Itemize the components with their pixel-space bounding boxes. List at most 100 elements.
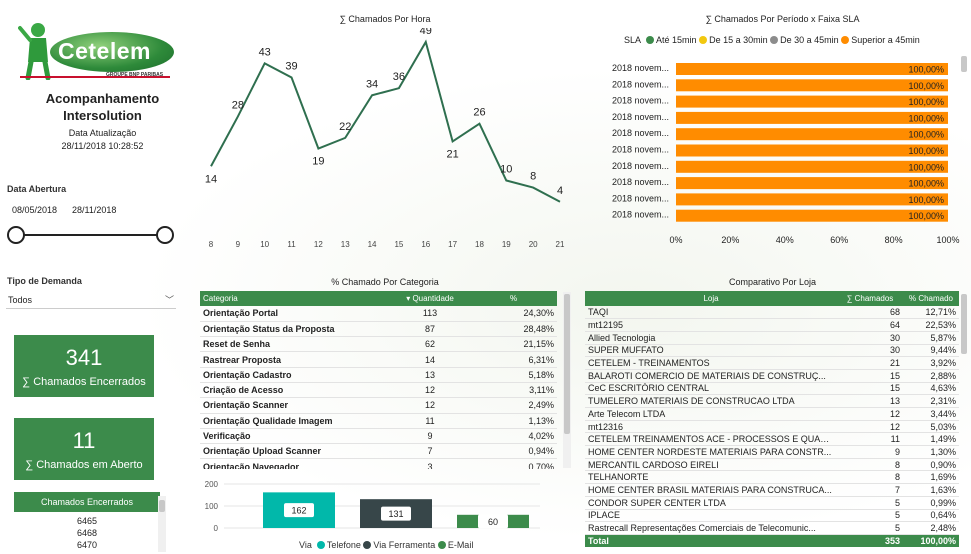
sla-legend-item[interactable]: Até 15min xyxy=(656,35,697,45)
table-row[interactable]: Criação de Acesso 12 3,11% xyxy=(200,382,557,399)
table-row[interactable]: CeC ESCRITÓRIO CENTRAL 15 4,63% xyxy=(585,382,959,396)
column-header-percent[interactable]: % xyxy=(470,291,557,306)
closed-list-scrollbar[interactable] xyxy=(158,496,166,552)
table-row[interactable]: 6468 xyxy=(14,527,160,539)
x-tick-label: 80% xyxy=(885,235,903,245)
data-label: 14 xyxy=(205,173,217,185)
total-tickets: 353 xyxy=(837,534,903,548)
table-row[interactable]: BALAROTI COMERCIO DE MATERIAIS DE CONSTR… xyxy=(585,369,959,383)
y-tick-label: 0 xyxy=(214,524,219,533)
table-row[interactable]: 6470 xyxy=(14,539,160,551)
table-row[interactable]: Orientação Upload Scanner 7 0,94% xyxy=(200,443,557,460)
sla-legend-item[interactable]: De 30 a 45min xyxy=(780,35,839,45)
ticket-percent-cell: 2,88% xyxy=(903,369,959,383)
sla-bar[interactable] xyxy=(676,193,948,206)
column-header-category[interactable]: Categoria xyxy=(200,291,390,306)
column-header-tickets[interactable]: ∑ Chamados xyxy=(837,291,903,306)
store-table-title: Comparativo Por Loja xyxy=(728,277,817,287)
column-header-ticket-percent[interactable]: % Chamado xyxy=(903,291,959,306)
table-row[interactable]: SUPER MUFFATO 30 9,44% xyxy=(585,344,959,358)
date-slider-track[interactable] xyxy=(14,234,166,236)
via-legend-item[interactable]: Telefone xyxy=(327,540,361,550)
table-row[interactable]: Orientação Scanner 12 2,49% xyxy=(200,397,557,414)
category-label: 2018 novem... xyxy=(612,177,669,187)
sla-bar[interactable] xyxy=(676,111,948,124)
sla-bar[interactable] xyxy=(676,144,948,157)
via-bar-chart: 0 100 200 162 131 60 xyxy=(205,480,540,533)
category-table-scrollbar[interactable] xyxy=(563,292,571,468)
sla-bar[interactable] xyxy=(676,95,948,108)
category-cell: Orientação Navegador xyxy=(200,458,390,469)
percent-cell: 2,49% xyxy=(470,397,557,414)
table-row[interactable]: Allied Tecnologia 30 5,87% xyxy=(585,331,959,345)
table-row[interactable]: TAQI 68 12,71% xyxy=(585,306,959,320)
percent-cell: 24,30% xyxy=(470,306,557,322)
table-row[interactable]: Orientação Portal 113 24,30% xyxy=(200,306,557,322)
hourly-series-line[interactable] xyxy=(210,39,561,203)
store-cell: Arte Telecom LTDA xyxy=(585,407,837,421)
sla-bar[interactable] xyxy=(676,177,948,190)
table-row[interactable]: 6465 xyxy=(14,515,160,527)
via-legend-item[interactable]: Via Ferramenta xyxy=(373,540,435,550)
sla-bar[interactable] xyxy=(676,209,948,222)
column-header-quantity[interactable]: ▾ Quantidade xyxy=(390,291,470,306)
category-label: 2018 novem... xyxy=(612,193,669,203)
table-row[interactable]: Orientação Cadastro 13 5,18% xyxy=(200,367,557,383)
percent-cell: 3,11% xyxy=(470,382,557,399)
table-row[interactable]: mt12316 12 5,03% xyxy=(585,420,959,434)
table-row[interactable]: TUMELERO MATERIAIS DE CONSTRUCAO LTDA 13 2… xyxy=(585,394,959,408)
table-row[interactable]: Reset de Senha 62 21,15% xyxy=(200,336,557,353)
table-row[interactable]: Orientação Status da Proposta 87 28,48% xyxy=(200,321,557,338)
table-row[interactable]: Rastrecall Representações Comerciais de … xyxy=(585,521,959,535)
table-row[interactable]: Verificação 9 4,02% xyxy=(200,428,557,445)
store-cell: CONDOR SUPER CENTER LTDA xyxy=(585,496,837,510)
store-cell: TUMELERO MATERIAIS DE CONSTRUCAO LTDA xyxy=(585,394,837,408)
sla-bar[interactable] xyxy=(676,63,948,75)
sla-legend-item[interactable]: Superior a 45min xyxy=(851,35,920,45)
table-row[interactable]: Arte Telecom LTDA 12 3,44% xyxy=(585,407,959,421)
date-start-input[interactable]: 08/05/2018 xyxy=(8,203,61,217)
sla-scrollbar[interactable] xyxy=(960,56,968,226)
table-row[interactable]: MERCANTIL CARDOSO EIRELI 8 0,90% xyxy=(585,458,959,472)
sla-legend-item[interactable]: De 15 a 30min xyxy=(709,35,768,45)
table-row[interactable]: IPLACE 5 0,64% xyxy=(585,509,959,523)
table-row[interactable]: CETELEM - TREINAMENTOS 21 3,92% xyxy=(585,356,959,370)
sla-bar[interactable] xyxy=(676,160,948,173)
store-table-scrollbar[interactable] xyxy=(960,292,968,537)
hourly-line-chart: 14 8 28 9 43 10 39 11 19 12 22 13 34 14 36 15 49 16 21 17 26… xyxy=(205,28,565,249)
column-header-store[interactable]: Loja xyxy=(585,291,837,306)
data-label: 10 xyxy=(500,163,512,175)
table-row[interactable]: HOME CENTER NORDESTE MATERIAIS PARA CONS… xyxy=(585,445,959,459)
demand-select[interactable]: Todos ﹀ xyxy=(6,292,176,309)
ticket-percent-cell: 22,53% xyxy=(903,318,959,332)
quantity-cell: 12 xyxy=(390,382,470,399)
ticket-percent-cell: 12,71% xyxy=(903,306,959,320)
tickets-cell: 8 xyxy=(837,458,903,472)
table-row[interactable]: mt12195 64 22,53% xyxy=(585,318,959,332)
date-end-input[interactable]: 28/11/2018 xyxy=(68,203,120,217)
date-slider-end-handle[interactable] xyxy=(156,226,174,244)
store-cell: HOME CENTER NORDESTE MATERIAIS PARA CONS… xyxy=(585,445,837,459)
x-tick-label: 60% xyxy=(830,235,848,245)
x-tick-label: 21 xyxy=(556,240,565,249)
x-tick-label: 100% xyxy=(936,235,959,245)
data-label: 100,00% xyxy=(908,65,944,75)
sla-legend: SLA Até 15min De 15 a 30min De 30 a 45mi… xyxy=(624,35,920,45)
update-info: Data Atualização 28/11/2018 10:28:52 xyxy=(61,128,144,151)
ticket-percent-cell: 3,92% xyxy=(903,356,959,370)
table-row[interactable]: Orientação Qualidade Imagem 11 1,13% xyxy=(200,413,557,429)
date-slider-start-handle[interactable] xyxy=(7,226,25,244)
x-tick-label: 17 xyxy=(448,240,457,249)
table-row[interactable]: Rastrear Proposta 14 6,31% xyxy=(200,351,557,368)
sla-bar[interactable] xyxy=(676,128,948,141)
legend-dot-icon xyxy=(363,541,372,549)
table-row[interactable]: Orientação Navegador 3 0,70% xyxy=(200,458,557,469)
table-row[interactable]: CONDOR SUPER CENTER LTDA 5 0,99% xyxy=(585,496,959,510)
percent-cell: 4,02% xyxy=(470,428,557,445)
table-row[interactable]: TELHANORTE 8 1,69% xyxy=(585,470,959,485)
closed-tickets-value: 341 xyxy=(65,345,103,370)
table-row[interactable]: CETELEM TREINAMENTOS ACE - PROCESSOS E Q… xyxy=(585,432,959,447)
via-legend-item[interactable]: E-Mail xyxy=(448,540,474,550)
sla-bar[interactable] xyxy=(676,79,948,92)
table-row[interactable]: HOME CENTER BRASIL MATERIAIS PARA CONSTR… xyxy=(585,483,959,497)
